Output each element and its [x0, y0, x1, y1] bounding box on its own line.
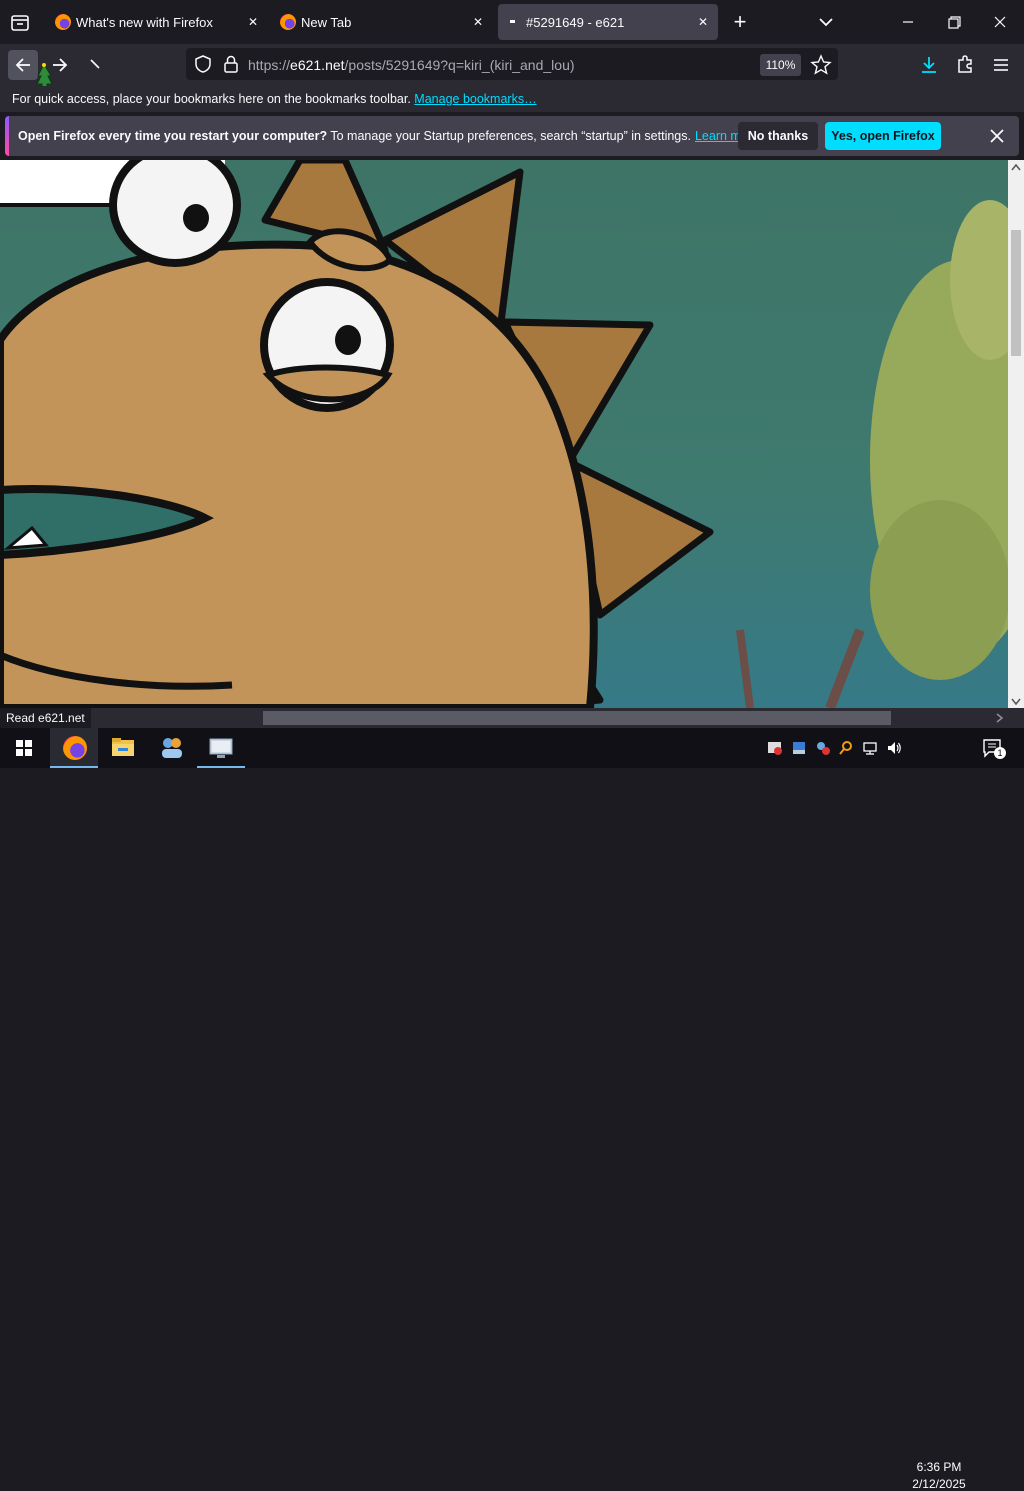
notification-accent-stripe: [5, 116, 9, 156]
stop-loading-button[interactable]: [80, 50, 110, 80]
tab-label: New Tab: [301, 15, 352, 30]
minimize-icon: [903, 21, 913, 23]
stop-icon: [90, 59, 100, 69]
close-icon: [990, 129, 1004, 143]
close-icon: [994, 16, 1006, 28]
restore-button[interactable]: [938, 8, 970, 36]
no-thanks-button[interactable]: No thanks: [738, 122, 818, 150]
network-drive-icon[interactable]: [791, 740, 807, 756]
firefox-favicon-icon: [55, 14, 71, 30]
tab-list-icon: [11, 15, 29, 31]
taskbar-people-app[interactable]: [148, 728, 196, 768]
firefox-favicon-icon: [280, 14, 296, 30]
downloads-button[interactable]: [916, 52, 942, 78]
minimize-button[interactable]: [892, 8, 924, 36]
close-window-button[interactable]: [984, 8, 1016, 36]
network-icon[interactable]: [862, 740, 878, 756]
url-scheme: https://: [248, 57, 291, 73]
new-tab-button[interactable]: +: [728, 9, 752, 35]
clock-time[interactable]: 6:36 PM: [908, 1460, 970, 1474]
notification-text: To manage your Startup preferences, sear…: [327, 129, 691, 143]
taskbar-display-app[interactable]: [197, 728, 245, 768]
bookmarks-message-text: For quick access, place your bookmarks h…: [12, 92, 411, 106]
security-alert-icon[interactable]: [767, 740, 783, 756]
close-tab-icon[interactable]: ✕: [694, 13, 712, 31]
loading-dot-icon: [510, 20, 515, 23]
tab-new-tab[interactable]: New Tab ✕: [273, 4, 493, 40]
firefox-icon: [63, 736, 87, 760]
windows-logo-icon: [16, 740, 32, 756]
system-tool-icon[interactable]: [815, 740, 831, 756]
close-notification-button[interactable]: [988, 127, 1006, 145]
people-icon: [162, 738, 182, 758]
lock-icon[interactable]: [222, 54, 240, 74]
tracking-protection-icon[interactable]: [193, 54, 213, 74]
tab-label: #5291649 - e621: [526, 15, 625, 30]
vertical-scrollbar[interactable]: [1008, 160, 1024, 708]
star-icon: [810, 54, 832, 75]
windows-taskbar: 6:36 PM 2/12/2025 1: [0, 728, 1024, 1491]
clock-date[interactable]: 2/12/2025: [908, 1477, 970, 1491]
url-path: /posts/5291649?q=kiri_(kiri_and_lou): [344, 57, 575, 73]
url-text[interactable]: https://e621.net/posts/5291649?q=kiri_(k…: [248, 57, 575, 73]
action-center-button[interactable]: 1: [980, 736, 1008, 760]
status-panel: Read e621.net: [0, 708, 91, 728]
taskbar-firefox[interactable]: [50, 728, 98, 768]
cartoon-artwork-image: [0, 160, 1008, 708]
horizontal-scrollbar[interactable]: [0, 708, 1024, 728]
bookmarks-toolbar: For quick access, place your bookmarks h…: [0, 86, 1024, 112]
url-host: e621.net: [290, 57, 345, 73]
yes-open-firefox-button[interactable]: Yes, open Firefox: [825, 122, 941, 150]
close-tab-icon[interactable]: ✕: [244, 13, 262, 31]
hamburger-icon: [994, 59, 1008, 71]
tab-label: What's new with Firefox: [76, 15, 213, 30]
default-browser-notification: Open Firefox every time you restart your…: [5, 116, 1019, 156]
taskbar-file-explorer[interactable]: [99, 728, 147, 768]
tab-strip: What's new with Firefox ✕ New Tab ✕ #529…: [0, 0, 1024, 44]
zoom-level-button[interactable]: 110%: [760, 54, 801, 76]
scroll-right-icon[interactable]: [994, 713, 1004, 723]
forward-arrow-icon: [53, 58, 68, 72]
forward-button[interactable]: [45, 50, 75, 80]
tab-e621-post[interactable]: #5291649 - e621 ✕: [498, 4, 718, 40]
bookmark-star-button[interactable]: [810, 54, 832, 76]
app-menu-button[interactable]: [988, 52, 1014, 78]
start-button[interactable]: [0, 728, 48, 768]
page-content[interactable]: [0, 160, 1008, 708]
monitor-icon: [209, 738, 233, 758]
scroll-up-icon[interactable]: [1010, 162, 1022, 172]
chevron-down-icon: [819, 18, 833, 27]
close-tab-icon[interactable]: ✕: [469, 13, 487, 31]
horizontal-scroll-thumb[interactable]: [263, 711, 891, 725]
manage-bookmarks-link[interactable]: Manage bookmarks…: [414, 92, 536, 106]
search-key-icon[interactable]: [838, 740, 854, 756]
download-icon: [922, 57, 936, 73]
folder-icon: [112, 738, 134, 756]
puzzle-icon: [958, 55, 972, 73]
tab-whats-new[interactable]: What's new with Firefox ✕: [48, 4, 268, 40]
notification-count-badge: 1: [994, 747, 1006, 759]
notification-message: Open Firefox every time you restart your…: [18, 129, 759, 143]
volume-icon[interactable]: [886, 740, 902, 756]
list-all-tabs-button[interactable]: [6, 9, 34, 37]
scroll-down-icon[interactable]: [1010, 696, 1022, 706]
notification-title: Open Firefox every time you restart your…: [18, 129, 328, 143]
extensions-button[interactable]: [952, 52, 978, 78]
bookmarks-empty-message: For quick access, place your bookmarks h…: [12, 92, 537, 106]
tab-overflow-button[interactable]: [814, 10, 838, 34]
restore-icon: [948, 16, 961, 29]
vertical-scroll-thumb[interactable]: [1011, 230, 1021, 356]
